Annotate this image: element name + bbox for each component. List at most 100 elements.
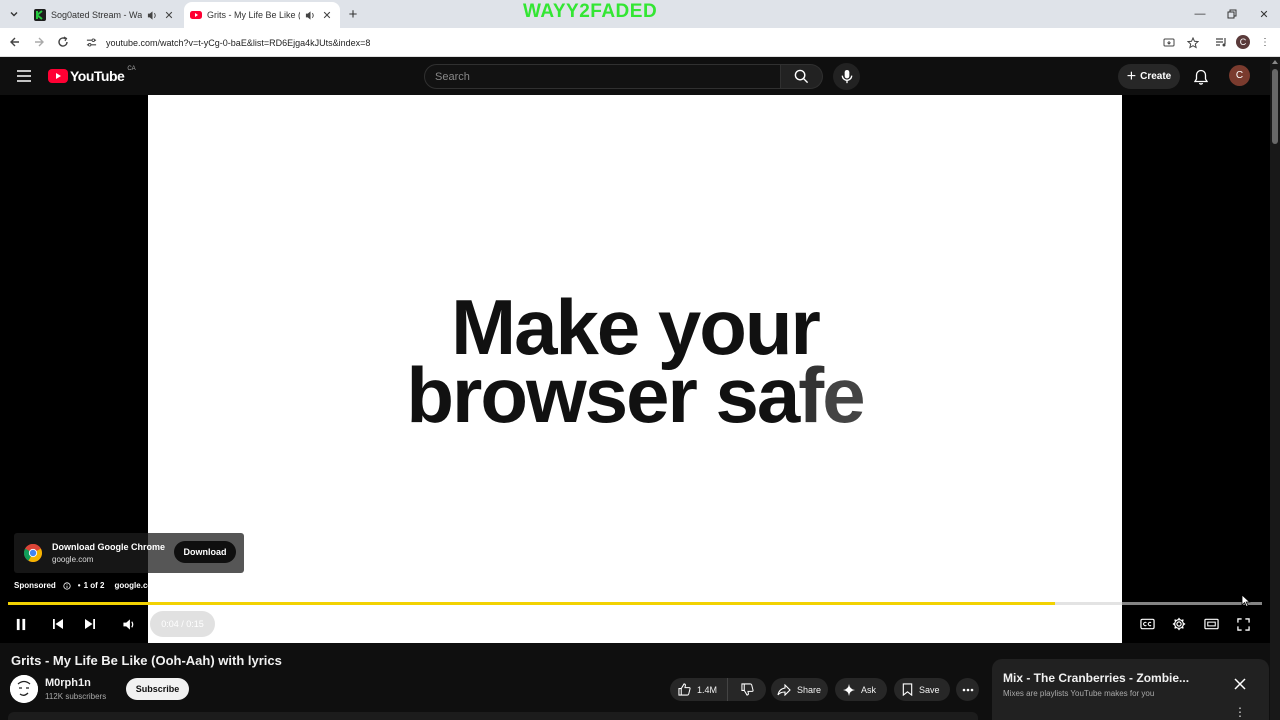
chrome-logo-icon [24,544,42,562]
thumbs-up-icon [678,683,691,696]
video-player[interactable]: Make your browser safe Download Google C… [0,95,1270,643]
dislike-button[interactable] [728,678,766,701]
tab-grits-youtube[interactable]: Grits - My Life Be Like (Ooh-Aah) ✕ [184,2,340,28]
progress-played [8,602,1056,605]
fullscreen-button[interactable] [1232,613,1254,635]
scroll-up-arrow-icon[interactable] [1272,60,1278,64]
site-info-tune-icon[interactable] [82,34,100,52]
minimize-icon[interactable]: — [1184,0,1216,28]
profile-avatar[interactable]: C [1236,35,1250,49]
forward-arrow-icon[interactable] [30,33,48,51]
reload-icon[interactable] [54,33,72,51]
ask-label: Ask [861,684,877,695]
ad-count: 1 of 2 [83,581,105,590]
ask-button[interactable]: Ask [835,678,887,701]
like-count: 1.4M [697,684,718,695]
microphone-icon [841,69,852,84]
skip-previous-icon [53,619,63,629]
search-box [424,64,781,89]
search-input[interactable] [425,65,780,88]
subscribe-button[interactable]: Subscribe [126,678,189,700]
new-tab-plus-icon[interactable]: + [344,5,362,23]
ad-info-icon[interactable] [63,581,71,590]
ad-meta-domain: google.com [114,581,160,590]
mix-subtitle: Mixes are playlists YouTube makes for yo… [1003,689,1155,698]
close-window-icon[interactable]: ✕ [1248,0,1280,28]
install-app-icon[interactable] [1160,34,1178,52]
close-tab-icon[interactable]: ✕ [162,8,176,22]
ad-headline: Make your browser safe [148,288,1122,434]
ad-title: Download Google Chrome [52,542,166,552]
restore-icon[interactable] [1216,0,1248,28]
mix-more-kebab-icon[interactable]: ⋮ [1234,705,1246,719]
video-title: Grits - My Life Be Like (Ooh-Aah) with l… [11,653,282,668]
bookmark-star-icon[interactable] [1184,34,1202,52]
notifications-bell-icon[interactable] [1190,66,1212,88]
share-arrow-icon [777,683,791,696]
tab-sog0ated-stream[interactable]: Sog0ated Stream - Watch Live ✕ [28,2,182,28]
save-button[interactable]: Save [894,678,950,701]
thumbs-down-icon [740,683,754,696]
browser-tab-bar: Sog0ated Stream - Watch Live ✕ Grits - M… [0,0,1280,28]
like-dislike-group: 1.4M [670,678,766,701]
more-horizontal-icon [962,688,973,691]
plus-icon: + [1126,67,1137,85]
skip-next-icon [85,619,95,629]
settings-button[interactable] [1168,613,1190,635]
youtube-masthead: YouTube CA + Create C [0,57,1280,95]
search-button[interactable] [781,64,823,89]
fullscreen-icon [1236,617,1250,631]
tab-title: Sog0ated Stream - Watch Live [51,10,142,20]
gear-icon [1172,617,1186,631]
address-bar[interactable]: youtube.com/watch?v=t-yCg-0-baE&list=RD6… [80,31,1202,54]
close-tab-icon[interactable]: ✕ [320,8,334,22]
ad-headline-line2: browser safe [148,356,1122,434]
subscriber-count: 112K subscribers [45,692,107,701]
guide-menu-icon[interactable] [14,66,34,86]
browser-menu-kebab-icon[interactable]: ⋮ [1256,33,1274,51]
youtube-play-logo-icon [48,69,68,83]
speaker-icon[interactable] [145,8,159,22]
share-label: Share [797,684,822,695]
mouse-cursor-icon [1241,594,1251,608]
sparkle-icon [843,683,855,696]
close-icon[interactable] [1230,674,1250,694]
create-button[interactable]: + Create [1118,64,1180,89]
channel-avatar[interactable] [10,675,38,703]
page-scrollbar[interactable] [1270,57,1280,720]
subtitles-button[interactable] [1136,613,1158,635]
scrollbar-thumb[interactable] [1272,69,1278,144]
back-arrow-icon[interactable] [6,33,24,51]
theater-mode-button[interactable] [1200,613,1222,635]
omnibox-actions [1154,34,1202,52]
speaker-icon[interactable] [303,8,317,22]
url-text: youtube.com/watch?v=t-yCg-0-baE&list=RD6… [106,37,371,48]
previous-button[interactable] [47,613,69,635]
ad-overlay-card[interactable]: Download Google Chrome google.com Downlo… [14,533,244,573]
closed-captions-icon [1139,618,1155,630]
theater-mode-icon [1203,618,1219,630]
volume-icon [123,618,134,630]
voice-search-button[interactable] [833,63,860,90]
like-button[interactable]: 1.4M [670,678,728,701]
share-button[interactable]: Share [771,678,828,701]
media-controls-icon[interactable] [1212,33,1230,51]
more-actions-button[interactable] [956,678,979,701]
country-code: CA [127,66,136,72]
pause-icon [16,618,26,630]
channel-name[interactable]: M0rph1n [45,677,91,689]
ad-headline-line2-part-c: e [822,351,865,439]
pause-button[interactable] [10,613,32,635]
mix-title[interactable]: Mix - The Cranberries - Zombie... [1003,671,1189,685]
window-controls: — ✕ [1184,0,1280,28]
ad-download-button[interactable]: Download [174,541,236,563]
overlay-watermark-text: WAYY2FADED [523,1,658,22]
mute-button[interactable] [118,613,140,635]
tab-search-chevron-icon[interactable] [4,4,24,24]
description-box-edge[interactable] [8,712,978,720]
youtube-logo[interactable]: YouTube CA [48,66,136,84]
account-avatar[interactable]: C [1229,65,1250,86]
stream-favicon-icon [34,9,46,21]
progress-bar[interactable] [8,602,1262,605]
next-button[interactable] [79,613,101,635]
